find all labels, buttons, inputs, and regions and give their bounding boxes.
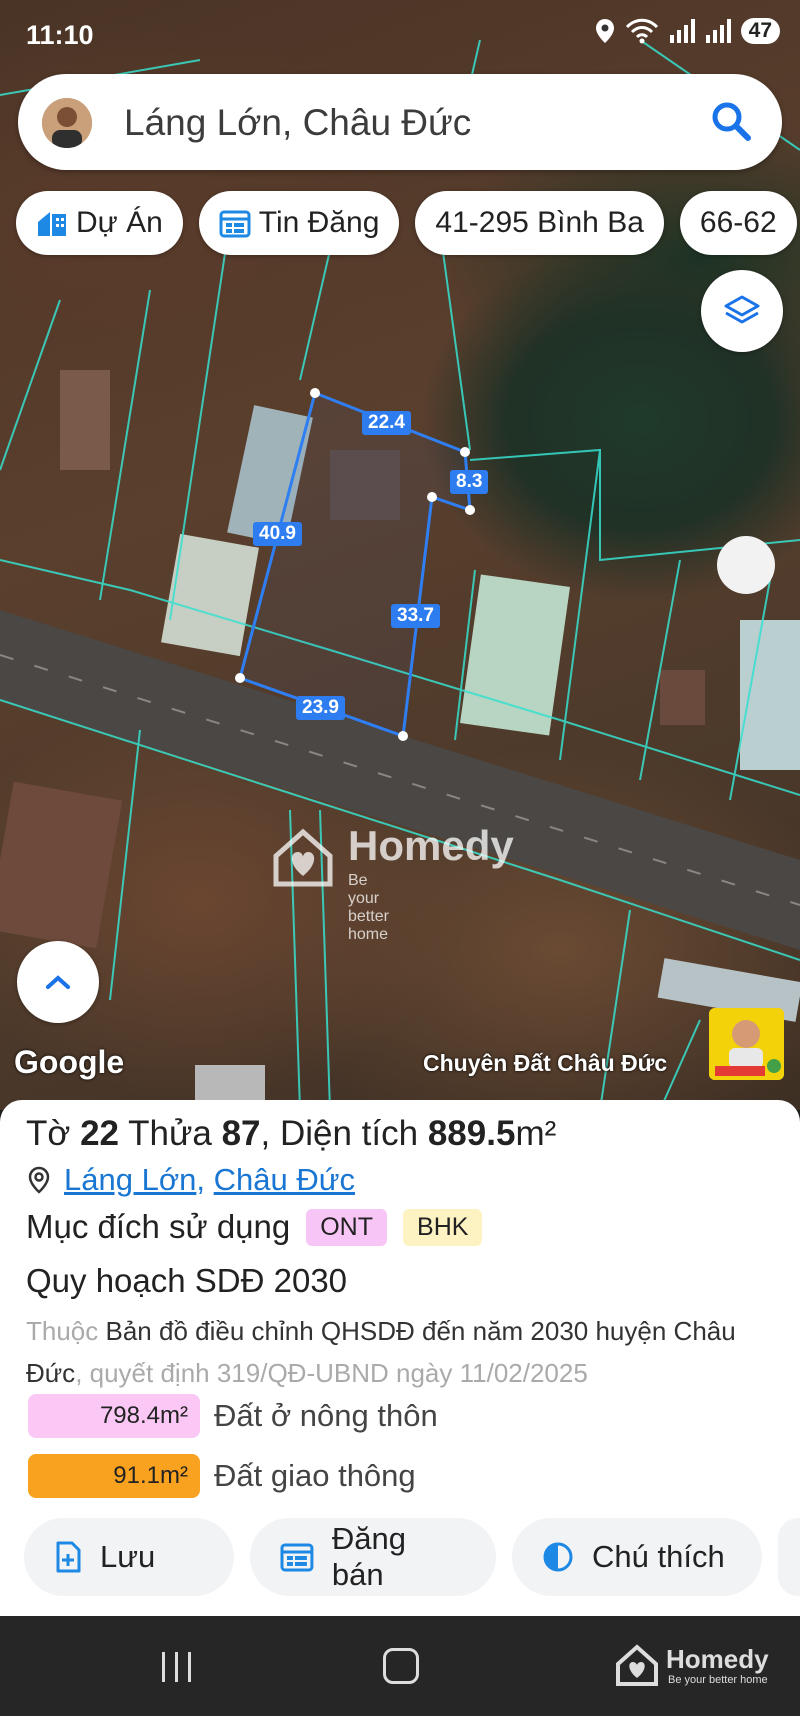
recent-apps-icon[interactable] <box>160 1652 194 1682</box>
parcel-number: 87 <box>221 1114 261 1153</box>
chip-tin-dang[interactable]: Tin Đăng <box>198 191 400 255</box>
building-icon <box>38 212 66 236</box>
dimension-label: 8.3 <box>450 470 489 494</box>
user-avatar-icon <box>42 98 92 148</box>
plan-description: Thuộc Bản đồ điều chỉnh QHSDĐ đến năm 20… <box>26 1310 786 1394</box>
chip-parcel-1[interactable]: 41-295 Bình Ba <box>415 191 664 255</box>
save-button[interactable]: Lưu <box>24 1518 234 1596</box>
battery-indicator: 47 <box>740 18 780 44</box>
homedy-logo-icon <box>273 828 333 887</box>
area-unit: m² <box>515 1114 557 1153</box>
chip-label: Tin Đăng <box>258 206 380 239</box>
search-bar[interactable]: Láng Lớn, Châu Đức <box>18 74 782 170</box>
status-time: 11:10 <box>26 20 94 50</box>
map-view[interactable]: 22.4 8.3 40.9 33.7 23.9 Homedy Be your b… <box>0 0 800 1110</box>
parcel-label: Thửa <box>128 1114 212 1153</box>
layers-icon <box>724 295 760 324</box>
district-link[interactable]: Châu Đức <box>214 1162 355 1198</box>
dimension-label: 23.9 <box>296 696 345 720</box>
desc-prefix: Thuộc <box>26 1316 99 1346</box>
system-nav-bar: Homedy Be your better home <box>0 1616 800 1716</box>
chip-label: Dự Án <box>76 206 163 239</box>
dimension-label: 40.9 <box>253 522 302 546</box>
area-box: 91.1m² <box>28 1454 200 1498</box>
pin-icon <box>28 1166 50 1194</box>
avatar[interactable] <box>42 98 92 148</box>
save-label: Lưu <box>100 1539 156 1574</box>
purpose-tag[interactable]: ONT <box>306 1208 388 1246</box>
brand-name: Homedy <box>666 1644 769 1674</box>
search-icon[interactable] <box>708 98 754 144</box>
credit-avatar[interactable] <box>709 1008 784 1080</box>
google-logo: Google <box>14 1044 125 1080</box>
watermark-slogan: Be your better home <box>348 872 389 943</box>
signal-icon <box>669 19 695 43</box>
save-file-icon <box>56 1541 81 1573</box>
more-action-button[interactable] <box>778 1518 800 1596</box>
parcel-location: Láng Lớn, Châu Đức <box>26 1162 355 1198</box>
search-input[interactable]: Láng Lớn, Châu Đức <box>124 102 471 144</box>
area-type-label: Đất giao thông <box>214 1458 416 1493</box>
watermark-name: Homedy <box>348 822 514 869</box>
area-value: 889.5 <box>427 1114 516 1153</box>
map-credit: Chuyên Đất Châu Đức <box>423 1050 668 1076</box>
filter-chips: Dự Án Tin Đăng 41-295 Bình Ba 66-62 <box>16 191 797 255</box>
parcel-title: Tờ 22 Thửa 87, Diện tích 889.5m² <box>26 1114 556 1154</box>
area-breakdown-row: 91.1m² Đất giao thông <box>28 1454 416 1498</box>
ward-link[interactable]: Láng Lớn <box>64 1162 196 1198</box>
desc-suffix: , quyết định 319/QĐ-UBND ngày 11/02/2025 <box>75 1358 588 1388</box>
contrast-icon <box>543 1542 573 1572</box>
area-breakdown-row: 798.4m² Đất ở nông thôn <box>28 1394 438 1438</box>
purpose-tag[interactable]: BHK <box>403 1208 483 1246</box>
brand-slogan: Be your better home <box>668 1674 768 1686</box>
purpose-label: Mục đích sử dụng <box>26 1208 291 1245</box>
listing-icon <box>219 210 251 238</box>
signal-icon <box>705 19 731 43</box>
agent-photo-icon <box>709 1008 784 1080</box>
sheet-label: Tờ <box>26 1114 71 1153</box>
listing-icon <box>280 1543 314 1572</box>
dimension-label: 22.4 <box>362 411 411 435</box>
chevron-up-icon <box>46 975 70 989</box>
homedy-logo-icon <box>616 1644 658 1686</box>
chip-label: 66-62 <box>699 206 777 239</box>
action-bar: Lưu Đăng bán Chú thích <box>24 1518 800 1596</box>
status-bar: 11:10 47 <box>0 0 800 70</box>
post-sale-button[interactable]: Đăng bán <box>250 1518 496 1596</box>
floating-dot-button[interactable] <box>717 536 775 594</box>
area-label: , Diện tích <box>260 1114 419 1153</box>
expand-up-button[interactable] <box>17 941 99 1023</box>
dimension-label: 33.7 <box>391 604 440 628</box>
parcel-info-sheet: Tờ 22 Thửa 87, Diện tích 889.5m² Láng Lớ… <box>0 1100 800 1616</box>
land-use-purpose: Mục đích sử dụng ONT BHK <box>26 1208 483 1246</box>
home-button[interactable] <box>383 1648 419 1684</box>
chip-label: 41-295 Bình Ba <box>435 206 644 239</box>
area-box: 798.4m² <box>28 1394 200 1438</box>
layers-button[interactable] <box>701 270 783 352</box>
area-type-label: Đất ở nông thôn <box>214 1398 438 1433</box>
post-sale-label: Đăng bán <box>331 1521 407 1592</box>
location-separator: , <box>196 1162 206 1197</box>
homedy-watermark: Homedy Be your better home <box>268 822 514 943</box>
sheet-number: 22 <box>80 1114 120 1153</box>
battery-level: 47 <box>748 19 772 42</box>
chip-du-an[interactable]: Dự Án <box>16 191 183 255</box>
legend-button[interactable]: Chú thích <box>512 1518 762 1596</box>
chip-parcel-2[interactable]: 66-62 <box>679 191 797 255</box>
plan-title: Quy hoạch SDĐ 2030 <box>26 1262 348 1299</box>
wifi-icon <box>625 18 658 44</box>
legend-label: Chú thích <box>592 1539 725 1574</box>
location-icon <box>595 19 614 43</box>
